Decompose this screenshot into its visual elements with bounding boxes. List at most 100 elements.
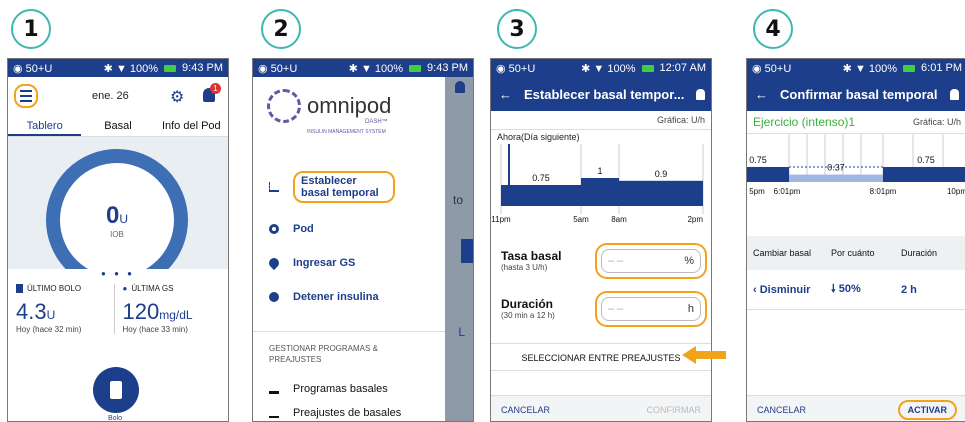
last-bolus-time: Hoy (hace 32 min) [16, 325, 82, 334]
basal-preset-icon [269, 408, 279, 418]
arrow-down-icon: 🠗 [831, 283, 839, 295]
basal-bar [581, 178, 619, 206]
menu-item-temp-basal[interactable]: Establecer basal temporal [253, 171, 411, 203]
background-letter: L [458, 325, 465, 339]
confirm-button[interactable]: CONFIRMAR [647, 405, 702, 415]
current-date: ene. 26 [92, 90, 129, 102]
x-tick-label: 6:01pm [774, 187, 801, 196]
notification-badge: 1 [210, 83, 221, 94]
menu-item-pod[interactable]: Pod [253, 223, 330, 235]
step-1-badge: 1 [11, 9, 51, 49]
basal-rate-input[interactable]: – –% [595, 243, 707, 279]
footer-bar: CANCELAR CONFIRMAR [491, 395, 711, 421]
table-row: ‹ Disminuir 🠗 50% 2 h [747, 270, 965, 310]
bolus-button[interactable] [93, 367, 139, 413]
column-header: Por cuánto [831, 248, 875, 258]
last-gs-time: Hoy (hace 33 min) [122, 325, 188, 334]
duration-label: Duración (30 min a 12 h) [501, 297, 555, 320]
basal-bar [883, 167, 965, 182]
signal-indicator: ✱ ▼ 100% [103, 62, 159, 75]
drop-icon [266, 255, 282, 271]
title-bar: ← Establecer basal tempor... [491, 77, 711, 111]
field-label: Duración [501, 297, 554, 311]
pointer-arrow-icon [682, 346, 726, 364]
app-header: ene. 26 ⚙ 1 [8, 77, 228, 115]
duration-input[interactable]: – – h [595, 291, 707, 327]
reservoir-indicator: ◉ 50+U [13, 62, 53, 75]
last-gs-title: ÚLTIMA GS [131, 284, 174, 293]
reservoir-indicator: ◉ 50+U [752, 62, 792, 75]
vial-icon [110, 381, 122, 399]
input-placeholder: – – [608, 255, 624, 267]
bar-value-label: 1 [597, 166, 602, 176]
x-tick-label: 8:01pm [870, 187, 897, 196]
chart-units: Gráfica: U/h [912, 117, 961, 127]
last-bolus-title: ÚLTIMO BOLO [27, 284, 82, 293]
status-bar: ◉ 50+U ✱ ▼ 100% 6:01 PM [747, 59, 965, 77]
temp-basal-icon [269, 182, 279, 192]
menu-item-suspend[interactable]: Detener insulina [253, 291, 395, 303]
menu-item-basal-programs[interactable]: Programas basales [253, 383, 404, 395]
tab-bar: Tablero Basal Info del Pod [8, 115, 228, 137]
tab-basal[interactable]: Basal [81, 115, 154, 136]
bar-value-label: 0.75 [917, 155, 935, 165]
background-text: to [452, 193, 463, 207]
phone-screen-confirm-temp-basal: ◉ 50+U ✱ ▼ 100% 6:01 PM ← Confirmar basal… [746, 58, 965, 422]
bolus-label: Bolo [108, 415, 123, 422]
phone-screen-menu: ◉ 50+U ✱ ▼ 100% 9:43 PM to L omnipod DASH… [252, 58, 474, 422]
page-dots: ● ● ● [101, 269, 135, 278]
x-tick-label: 5pm [749, 187, 765, 196]
phone-screen-dashboard: ◉ 50+U ✱ ▼ 100% 9:43 PM ene. 26 ⚙ 1 Table… [7, 58, 229, 422]
reservoir-indicator: ◉ 50+U [258, 62, 298, 75]
pause-icon [269, 292, 279, 302]
tab-dashboard[interactable]: Tablero [8, 115, 82, 136]
bar-value-label: 0.9 [655, 169, 668, 179]
x-tick-label: 5am [573, 215, 589, 224]
gear-icon[interactable]: ⚙ [170, 87, 184, 107]
title-bar: ← Confirmar basal temporal [747, 77, 965, 111]
divider [253, 331, 445, 332]
pod-icon [269, 224, 279, 234]
basal-program-icon [269, 384, 279, 394]
last-bolus-value: 4.3U [16, 299, 56, 324]
select-preset-button[interactable]: SELECCIONAR ENTRE PREAJUSTES [491, 343, 711, 371]
input-unit: % [684, 255, 694, 267]
footer-bar: CANCELAR ACTIVAR [747, 395, 965, 421]
back-arrow-icon[interactable]: ← [499, 87, 512, 102]
chevron-left-icon: ‹ [753, 283, 760, 296]
column-header: Duración [901, 248, 938, 258]
tab-pod-info[interactable]: Info del Pod [155, 115, 228, 136]
pod-icon [16, 284, 23, 293]
bell-icon[interactable] [949, 88, 959, 100]
cancel-button[interactable]: CANCELAR [757, 405, 806, 415]
field-label: Tasa basal [501, 249, 562, 263]
menu-icon[interactable] [14, 84, 38, 108]
amount-value: 50% [838, 283, 861, 295]
x-tick-label: 8am [611, 215, 627, 224]
back-arrow-icon[interactable]: ← [755, 87, 768, 102]
input-placeholder: – – [608, 303, 624, 315]
navigation-drawer: omnipod DASH™ INSULIN MANAGEMENT SYSTEM … [253, 77, 445, 421]
menu-label-pod: Pod [293, 223, 314, 235]
cancel-button[interactable]: CANCELAR [501, 405, 550, 415]
last-bolus-card: ÚLTIMO BOLO 4.3U Hoy (hace 32 min) [16, 284, 114, 334]
table-header: Cambiar basal Por cuánto Duración [747, 236, 965, 270]
basal-chart: 0.75 0.37 0.75 5pm 6:01pm 8:01pm 10pm [747, 134, 965, 196]
step-4-badge: 4 [753, 9, 793, 49]
iob-panel: 0U IOB [8, 137, 228, 291]
input-unit: h [687, 303, 694, 315]
bar-value-label: 0.75 [532, 173, 550, 183]
stats-panel: ● ● ● ÚLTIMO BOLO 4.3U Hoy (hace 32 min)… [8, 269, 228, 422]
last-gs-card: ● ÚLTIMA GS 120mg/dL Hoy (hace 33 min) [113, 284, 221, 334]
x-tick-label: 11pm [491, 215, 511, 224]
menu-label-suspend: Detener insulina [293, 291, 379, 303]
bar-value-label: 0.37 [827, 163, 845, 173]
step-3-badge: 3 [497, 9, 537, 49]
preset-header: Ejercicio (intenso)1 Gráfica: U/h [747, 111, 965, 134]
menu-item-basal-presets[interactable]: Preajustes de basales [253, 407, 417, 419]
background-button [461, 239, 473, 263]
menu-item-enter-bg[interactable]: Ingresar GS [253, 255, 371, 271]
chart-title: Ahora(Día siguiente) [497, 132, 580, 142]
activate-button[interactable]: ACTIVAR [897, 399, 957, 420]
bell-icon[interactable] [696, 88, 706, 100]
